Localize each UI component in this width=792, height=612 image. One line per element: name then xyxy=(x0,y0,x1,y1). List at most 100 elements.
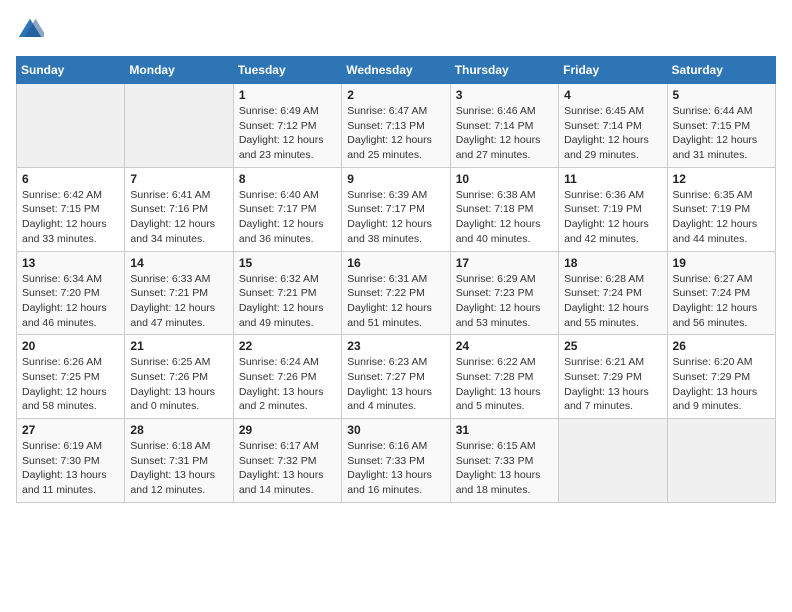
calendar-cell: 23 Sunrise: 6:23 AM Sunset: 7:27 PM Dayli… xyxy=(342,335,450,419)
calendar-cell: 16Sunrise: 6:31 AM Sunset: 7:22 PM Dayli… xyxy=(342,251,450,335)
day-info: Sunrise: 6:20 AM Sunset: 7:29 PM Dayligh… xyxy=(673,355,770,414)
day-number: 3 xyxy=(456,88,553,102)
day-number: 2 xyxy=(347,88,444,102)
calendar-cell: 11Sunrise: 6:36 AM Sunset: 7:19 PM Dayli… xyxy=(559,167,667,251)
day-info: Sunrise: 6:22 AM Sunset: 7:28 PM Dayligh… xyxy=(456,355,553,414)
logo-icon xyxy=(16,16,44,44)
day-number: 26 xyxy=(673,339,770,353)
day-info: Sunrise: 6:32 AM Sunset: 7:21 PM Dayligh… xyxy=(239,272,336,331)
calendar-cell: 1 Sunrise: 6:49 AM Sunset: 7:12 PM Daylig… xyxy=(233,84,341,168)
calendar-cell: 22Sunrise: 6:24 AM Sunset: 7:26 PM Dayli… xyxy=(233,335,341,419)
day-info: Sunrise: 6:47 AM Sunset: 7:13 PM Dayligh… xyxy=(347,104,444,163)
calendar-cell xyxy=(17,84,125,168)
day-info: Sunrise: 6:17 AM Sunset: 7:32 PM Dayligh… xyxy=(239,439,336,498)
weekday-header: Sunday xyxy=(17,57,125,84)
day-info: Sunrise: 6:39 AM Sunset: 7:17 PM Dayligh… xyxy=(347,188,444,247)
calendar-cell: 15Sunrise: 6:32 AM Sunset: 7:21 PM Dayli… xyxy=(233,251,341,335)
weekday-header: Wednesday xyxy=(342,57,450,84)
calendar-table: SundayMondayTuesdayWednesdayThursdayFrid… xyxy=(16,56,776,503)
weekday-header: Tuesday xyxy=(233,57,341,84)
calendar-cell: 29 Sunrise: 6:17 AM Sunset: 7:32 PM Dayli… xyxy=(233,419,341,503)
calendar-cell: 4 Sunrise: 6:45 AM Sunset: 7:14 PM Daylig… xyxy=(559,84,667,168)
calendar-cell: 13 Sunrise: 6:34 AM Sunset: 7:20 PM Dayli… xyxy=(17,251,125,335)
calendar-week-row: 1 Sunrise: 6:49 AM Sunset: 7:12 PM Daylig… xyxy=(17,84,776,168)
day-number: 9 xyxy=(347,172,444,186)
day-info: Sunrise: 6:46 AM Sunset: 7:14 PM Dayligh… xyxy=(456,104,553,163)
day-number: 24 xyxy=(456,339,553,353)
day-info: Sunrise: 6:33 AM Sunset: 7:21 PM Dayligh… xyxy=(130,272,227,331)
day-info: Sunrise: 6:38 AM Sunset: 7:18 PM Dayligh… xyxy=(456,188,553,247)
day-number: 8 xyxy=(239,172,336,186)
day-number: 19 xyxy=(673,256,770,270)
calendar-cell: 19Sunrise: 6:27 AM Sunset: 7:24 PM Dayli… xyxy=(667,251,775,335)
calendar-cell xyxy=(125,84,233,168)
calendar-cell: 30Sunrise: 6:16 AM Sunset: 7:33 PM Dayli… xyxy=(342,419,450,503)
day-number: 23 xyxy=(347,339,444,353)
day-number: 12 xyxy=(673,172,770,186)
day-number: 27 xyxy=(22,423,119,437)
calendar-cell: 28 Sunrise: 6:18 AM Sunset: 7:31 PM Dayli… xyxy=(125,419,233,503)
day-number: 13 xyxy=(22,256,119,270)
calendar-cell: 21 Sunrise: 6:25 AM Sunset: 7:26 PM Dayli… xyxy=(125,335,233,419)
page-header xyxy=(16,16,776,44)
day-number: 11 xyxy=(564,172,661,186)
calendar-cell: 18 Sunrise: 6:28 AM Sunset: 7:24 PM Dayli… xyxy=(559,251,667,335)
day-info: Sunrise: 6:23 AM Sunset: 7:27 PM Dayligh… xyxy=(347,355,444,414)
day-number: 14 xyxy=(130,256,227,270)
day-info: Sunrise: 6:45 AM Sunset: 7:14 PM Dayligh… xyxy=(564,104,661,163)
calendar-cell: 3 Sunrise: 6:46 AM Sunset: 7:14 PM Daylig… xyxy=(450,84,558,168)
day-number: 21 xyxy=(130,339,227,353)
day-number: 30 xyxy=(347,423,444,437)
calendar-cell: 27 Sunrise: 6:19 AM Sunset: 7:30 PM Dayli… xyxy=(17,419,125,503)
calendar-header: SundayMondayTuesdayWednesdayThursdayFrid… xyxy=(17,57,776,84)
calendar-cell: 14 Sunrise: 6:33 AM Sunset: 7:21 PM Dayli… xyxy=(125,251,233,335)
calendar-week-row: 27 Sunrise: 6:19 AM Sunset: 7:30 PM Dayli… xyxy=(17,419,776,503)
day-info: Sunrise: 6:35 AM Sunset: 7:19 PM Dayligh… xyxy=(673,188,770,247)
day-number: 17 xyxy=(456,256,553,270)
calendar-week-row: 13 Sunrise: 6:34 AM Sunset: 7:20 PM Dayli… xyxy=(17,251,776,335)
day-number: 28 xyxy=(130,423,227,437)
day-number: 31 xyxy=(456,423,553,437)
calendar-cell: 10 Sunrise: 6:38 AM Sunset: 7:18 PM Dayli… xyxy=(450,167,558,251)
calendar-cell: 8Sunrise: 6:40 AM Sunset: 7:17 PM Daylig… xyxy=(233,167,341,251)
logo xyxy=(16,16,48,44)
day-number: 18 xyxy=(564,256,661,270)
weekday-header: Thursday xyxy=(450,57,558,84)
calendar-cell: 26 Sunrise: 6:20 AM Sunset: 7:29 PM Dayli… xyxy=(667,335,775,419)
calendar-cell: 9 Sunrise: 6:39 AM Sunset: 7:17 PM Daylig… xyxy=(342,167,450,251)
day-number: 6 xyxy=(22,172,119,186)
day-number: 4 xyxy=(564,88,661,102)
calendar-cell: 2 Sunrise: 6:47 AM Sunset: 7:13 PM Daylig… xyxy=(342,84,450,168)
day-info: Sunrise: 6:28 AM Sunset: 7:24 PM Dayligh… xyxy=(564,272,661,331)
calendar-cell: 7 Sunrise: 6:41 AM Sunset: 7:16 PM Daylig… xyxy=(125,167,233,251)
day-info: Sunrise: 6:29 AM Sunset: 7:23 PM Dayligh… xyxy=(456,272,553,331)
calendar-cell: 25 Sunrise: 6:21 AM Sunset: 7:29 PM Dayli… xyxy=(559,335,667,419)
day-info: Sunrise: 6:49 AM Sunset: 7:12 PM Dayligh… xyxy=(239,104,336,163)
day-info: Sunrise: 6:42 AM Sunset: 7:15 PM Dayligh… xyxy=(22,188,119,247)
calendar-cell: 20Sunrise: 6:26 AM Sunset: 7:25 PM Dayli… xyxy=(17,335,125,419)
day-info: Sunrise: 6:34 AM Sunset: 7:20 PM Dayligh… xyxy=(22,272,119,331)
day-number: 10 xyxy=(456,172,553,186)
calendar-body: 1 Sunrise: 6:49 AM Sunset: 7:12 PM Daylig… xyxy=(17,84,776,503)
calendar-cell xyxy=(667,419,775,503)
calendar-cell: 31 Sunrise: 6:15 AM Sunset: 7:33 PM Dayli… xyxy=(450,419,558,503)
day-number: 29 xyxy=(239,423,336,437)
day-info: Sunrise: 6:25 AM Sunset: 7:26 PM Dayligh… xyxy=(130,355,227,414)
day-number: 7 xyxy=(130,172,227,186)
day-info: Sunrise: 6:15 AM Sunset: 7:33 PM Dayligh… xyxy=(456,439,553,498)
day-info: Sunrise: 6:19 AM Sunset: 7:30 PM Dayligh… xyxy=(22,439,119,498)
day-number: 25 xyxy=(564,339,661,353)
day-info: Sunrise: 6:21 AM Sunset: 7:29 PM Dayligh… xyxy=(564,355,661,414)
day-info: Sunrise: 6:24 AM Sunset: 7:26 PM Dayligh… xyxy=(239,355,336,414)
weekday-row: SundayMondayTuesdayWednesdayThursdayFrid… xyxy=(17,57,776,84)
day-info: Sunrise: 6:41 AM Sunset: 7:16 PM Dayligh… xyxy=(130,188,227,247)
day-info: Sunrise: 6:18 AM Sunset: 7:31 PM Dayligh… xyxy=(130,439,227,498)
day-number: 16 xyxy=(347,256,444,270)
day-info: Sunrise: 6:26 AM Sunset: 7:25 PM Dayligh… xyxy=(22,355,119,414)
day-info: Sunrise: 6:44 AM Sunset: 7:15 PM Dayligh… xyxy=(673,104,770,163)
day-number: 1 xyxy=(239,88,336,102)
calendar-cell: 6 Sunrise: 6:42 AM Sunset: 7:15 PM Daylig… xyxy=(17,167,125,251)
calendar-cell: 5Sunrise: 6:44 AM Sunset: 7:15 PM Daylig… xyxy=(667,84,775,168)
calendar-week-row: 6 Sunrise: 6:42 AM Sunset: 7:15 PM Daylig… xyxy=(17,167,776,251)
weekday-header: Saturday xyxy=(667,57,775,84)
